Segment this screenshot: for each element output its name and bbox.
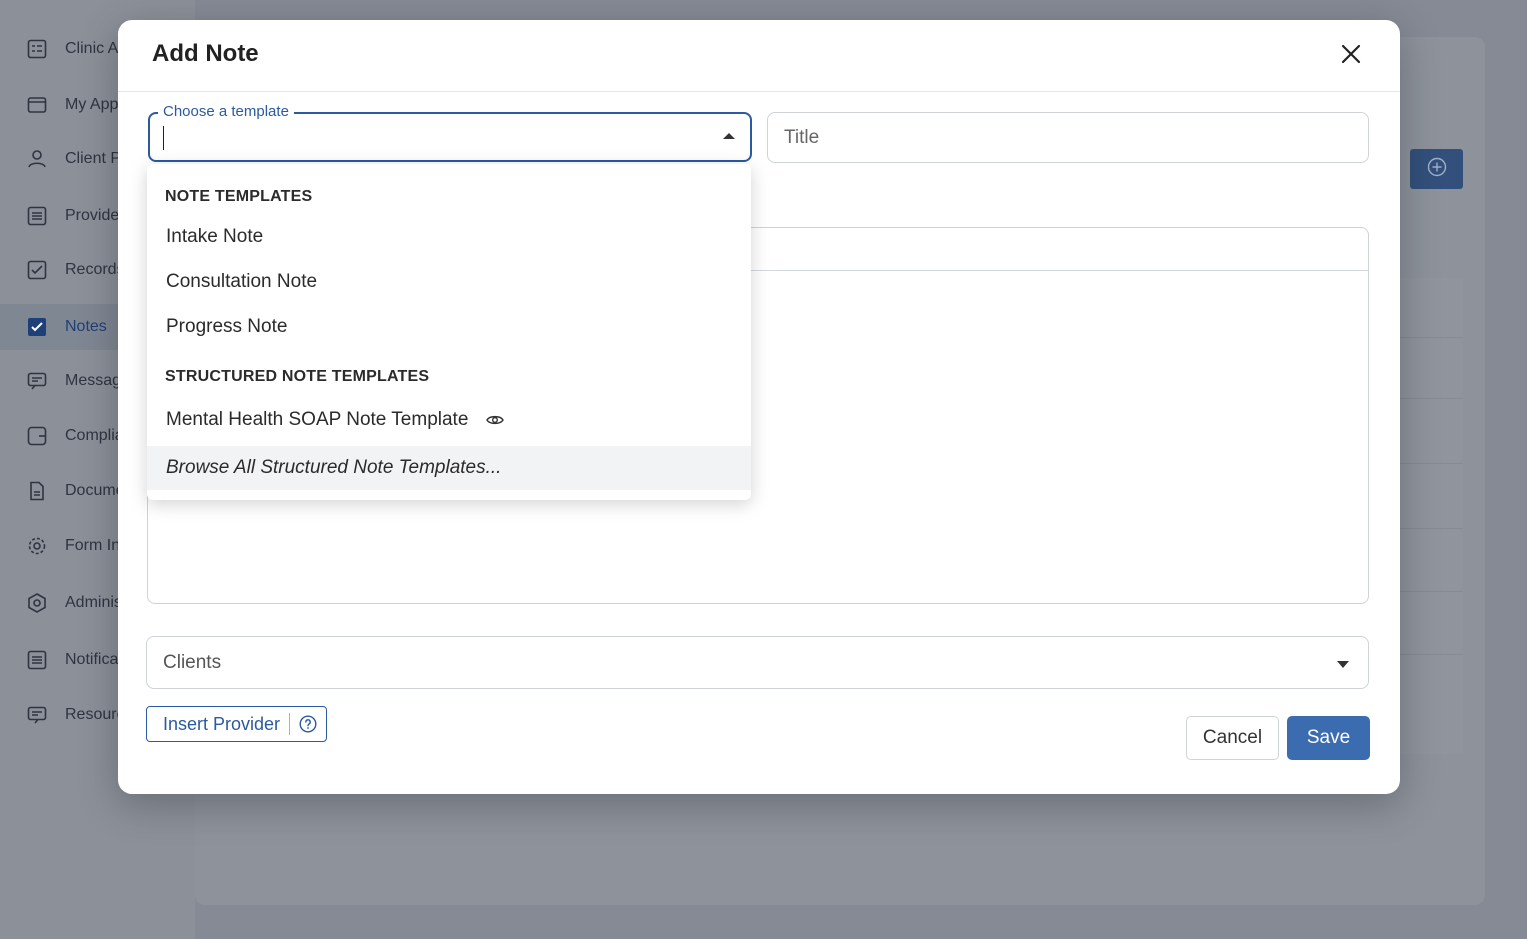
admin-gear-icon [26, 592, 48, 614]
sidebar-item-label: Records [65, 261, 125, 278]
clients-placeholder: Clients [163, 651, 222, 673]
dropdown-item-browse-all[interactable]: Browse All Structured Note Templates... [147, 446, 751, 490]
dropdown-group-structured-templates: STRUCTURED NOTE TEMPLATES [165, 368, 430, 385]
dropdown-item-progress-note[interactable]: Progress Note [147, 305, 751, 349]
notification-icon [26, 649, 48, 671]
clients-select[interactable]: Clients [146, 636, 1369, 689]
checkbox-icon [26, 316, 48, 338]
resources-icon [26, 704, 48, 726]
records-icon [26, 259, 48, 281]
close-icon [1340, 43, 1362, 70]
insert-provider-label: Insert Provider [147, 713, 290, 735]
help-icon[interactable] [290, 715, 326, 733]
close-button[interactable] [1336, 41, 1366, 71]
dropdown-item-label: Mental Health SOAP Note Template [166, 409, 469, 430]
chevron-up-icon[interactable] [723, 133, 735, 139]
sidebar-item-label: Clinic A [65, 40, 119, 57]
calendar-icon [26, 94, 48, 116]
dropdown-group-note-templates: NOTE TEMPLATES [165, 188, 313, 205]
gear-icon [26, 535, 48, 557]
message-icon [26, 370, 48, 392]
chevron-down-icon [1337, 661, 1349, 668]
title-input[interactable] [767, 112, 1369, 163]
sidebar-item-label: Notes [65, 318, 107, 335]
insert-provider-button[interactable]: Insert Provider [146, 706, 327, 742]
document-icon [26, 480, 48, 502]
modal-header: Add Note [118, 20, 1400, 92]
list-icon [26, 205, 48, 227]
text-cursor [163, 126, 164, 150]
eye-icon[interactable] [486, 413, 505, 427]
client-icon [26, 148, 48, 170]
template-select[interactable]: Choose a template [148, 103, 752, 162]
dashboard-icon [26, 38, 48, 60]
save-button[interactable]: Save [1287, 716, 1370, 760]
dropdown-item-consultation-note[interactable]: Consultation Note [147, 260, 751, 304]
template-dropdown-menu: NOTE TEMPLATES Intake Note Consultation … [147, 164, 751, 500]
template-select-label: Choose a template [158, 103, 294, 120]
modal-title: Add Note [152, 40, 259, 67]
dropdown-item-intake-note[interactable]: Intake Note [147, 215, 751, 259]
compliance-icon [26, 425, 48, 447]
plus-circle-icon [1427, 157, 1447, 182]
background-add-button[interactable] [1410, 149, 1463, 189]
dropdown-item-soap-template[interactable]: Mental Health SOAP Note Template [147, 398, 751, 442]
cancel-button[interactable]: Cancel [1186, 716, 1279, 760]
